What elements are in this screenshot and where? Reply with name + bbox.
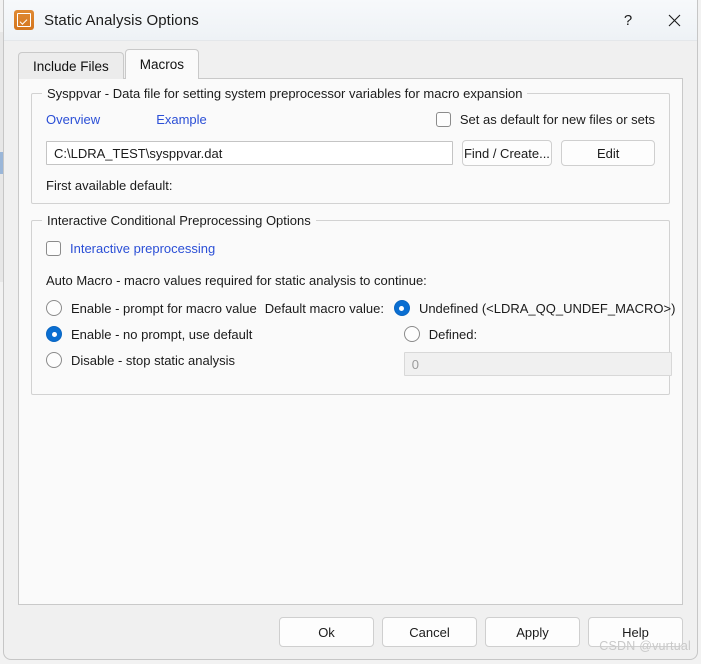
set-as-default-checkbox[interactable] xyxy=(435,112,451,127)
radio-enable-prompt-label: Enable - prompt for macro value xyxy=(71,300,257,316)
default-macro-undefined-row[interactable]: Default macro value: Undefined (<LDRA_QQ… xyxy=(264,300,676,316)
edit-button[interactable]: Edit xyxy=(561,140,655,166)
interactive-preprocessing-row[interactable]: Interactive preprocessing xyxy=(46,241,655,256)
example-link[interactable]: Example xyxy=(156,112,207,127)
auto-macro-radio-group: Enable - prompt for macro value Enable -… xyxy=(46,300,257,368)
default-macro-value-section: Default macro value: Undefined (<LDRA_QQ… xyxy=(264,300,676,376)
apply-button[interactable]: Apply xyxy=(485,617,580,647)
radio-disable-static-analysis-label: Disable - stop static analysis xyxy=(71,352,236,368)
sysppvar-path-input[interactable]: C:\LDRA_TEST\sysppvar.dat xyxy=(46,141,453,165)
checkbox-edit-icon xyxy=(14,10,34,30)
radio-enable-prompt[interactable] xyxy=(46,300,62,316)
radio-enable-no-prompt-label: Enable - no prompt, use default xyxy=(71,326,253,342)
default-macro-defined-row[interactable]: Defined: xyxy=(265,326,676,342)
macros-tab-panel: Sysppvar - Data file for setting system … xyxy=(18,78,683,605)
first-available-default-label: First available default: xyxy=(46,178,173,193)
preprocessing-group: Interactive Conditional Preprocessing Op… xyxy=(31,213,675,395)
sysppvar-group: Sysppvar - Data file for setting system … xyxy=(31,86,670,204)
dialog-footer: Ok Cancel Apply Help CSDN @vurtual xyxy=(4,605,697,659)
tab-include-files[interactable]: Include Files xyxy=(18,52,124,79)
window-controls: ? xyxy=(605,0,697,40)
radio-macro-undefined[interactable] xyxy=(393,300,410,316)
help-button[interactable]: Help xyxy=(588,617,683,647)
radio-enable-no-prompt-row[interactable]: Enable - no prompt, use default xyxy=(46,326,257,342)
radio-enable-no-prompt[interactable] xyxy=(46,326,62,342)
interactive-preprocessing-label: Interactive preprocessing xyxy=(70,241,216,256)
preprocessing-group-legend: Interactive Conditional Preprocessing Op… xyxy=(42,213,316,228)
overview-link[interactable]: Overview xyxy=(46,112,100,127)
static-analysis-options-dialog: Static Analysis Options ? Include Files … xyxy=(3,0,698,660)
ok-button[interactable]: Ok xyxy=(279,617,374,647)
radio-macro-defined[interactable] xyxy=(403,326,420,342)
auto-macro-label: Auto Macro - macro values required for s… xyxy=(46,273,427,288)
tab-strip: Include Files Macros xyxy=(18,49,697,79)
interactive-preprocessing-checkbox[interactable] xyxy=(46,241,61,256)
close-icon[interactable] xyxy=(651,0,697,40)
help-icon[interactable]: ? xyxy=(605,0,651,40)
radio-enable-prompt-row[interactable]: Enable - prompt for macro value xyxy=(46,300,257,316)
set-as-default-label: Set as default for new files or sets xyxy=(459,112,655,127)
sysppvar-group-legend: Sysppvar - Data file for setting system … xyxy=(42,86,528,101)
defined-macro-value-input[interactable]: 0 xyxy=(403,352,672,376)
cancel-button[interactable]: Cancel xyxy=(382,617,477,647)
find-create-button[interactable]: Find / Create... xyxy=(461,140,553,166)
window-title: Static Analysis Options xyxy=(44,11,199,29)
radio-macro-defined-label: Defined: xyxy=(428,326,478,342)
radio-disable-static-analysis[interactable] xyxy=(46,352,62,368)
tab-macros[interactable]: Macros xyxy=(124,49,200,79)
radio-disable-row[interactable]: Disable - stop static analysis xyxy=(46,352,257,368)
set-as-default-checkbox-row[interactable]: Set as default for new files or sets xyxy=(435,112,655,127)
radio-macro-undefined-label: Undefined (<LDRA_QQ_UNDEF_MACRO>) xyxy=(418,300,676,316)
default-macro-value-label: Default macro value: xyxy=(264,300,384,316)
title-bar: Static Analysis Options ? xyxy=(4,0,697,41)
